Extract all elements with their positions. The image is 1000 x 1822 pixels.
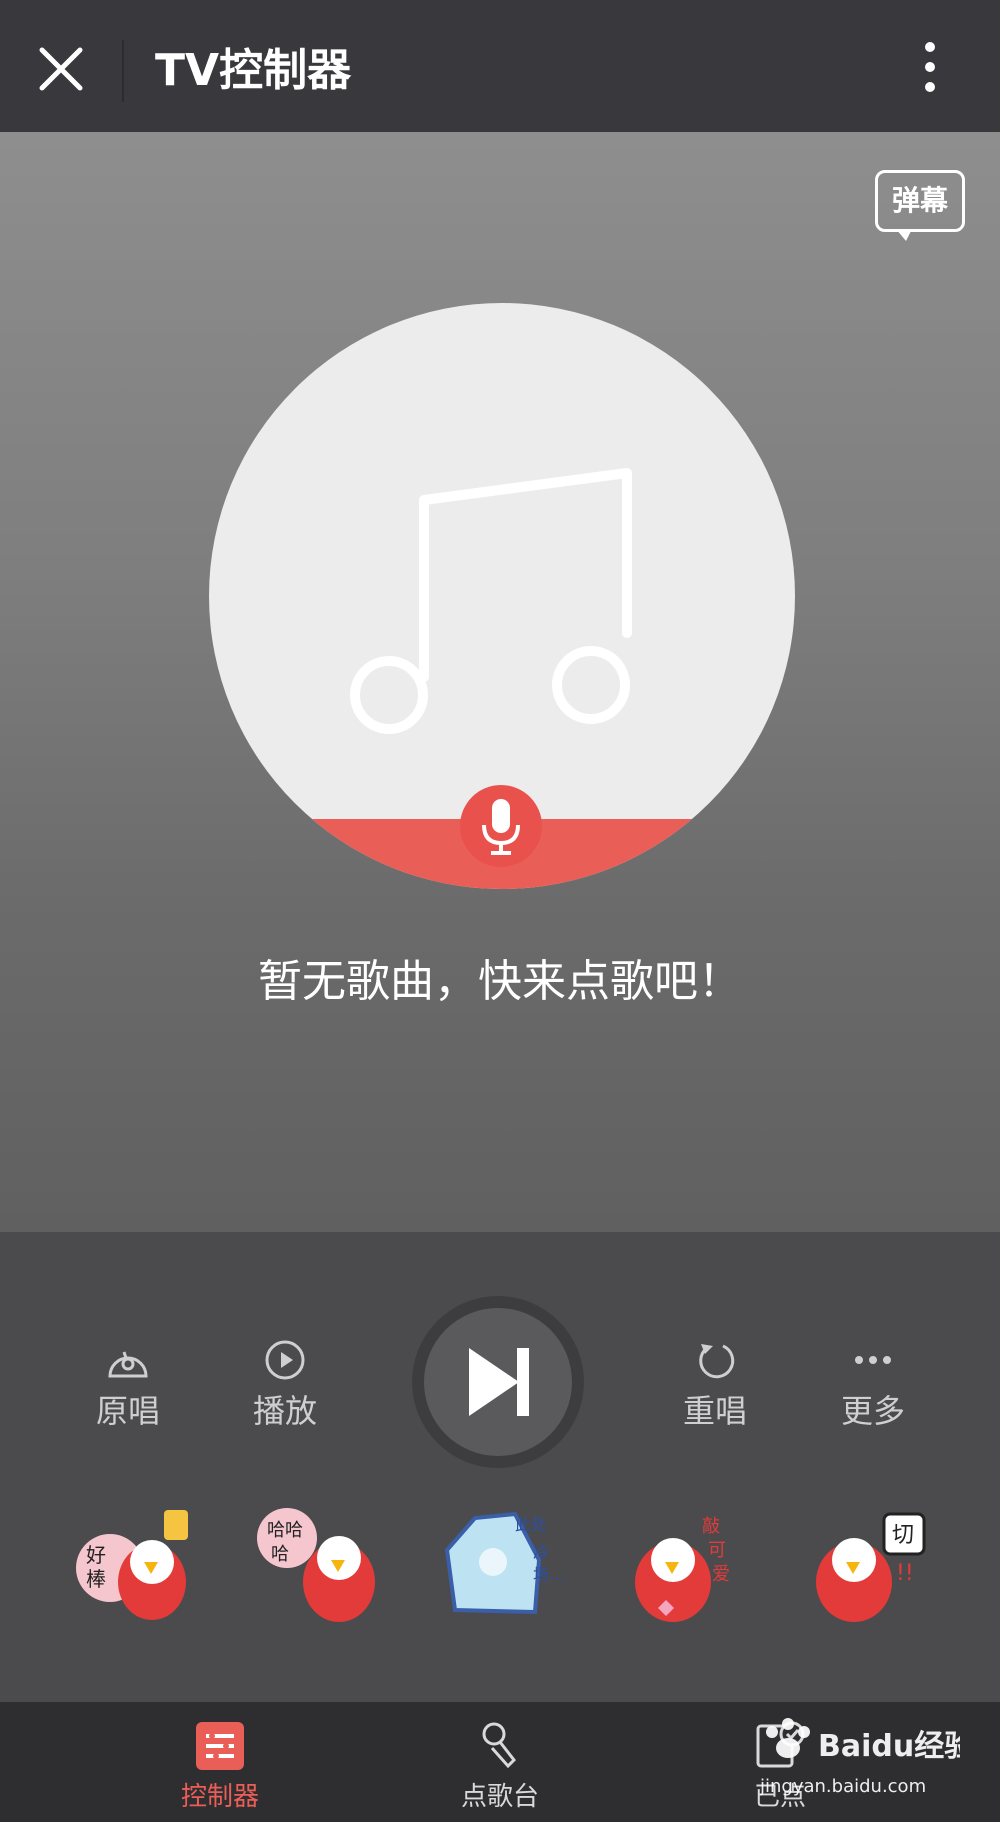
svg-text:此处: 此处 <box>515 1515 547 1534</box>
tab-controller-label: 控制器 <box>180 1782 259 1812</box>
svg-text:场…: 场… <box>533 1565 565 1584</box>
top-bar: TV控制器 <box>0 0 1000 132</box>
controller-list-icon <box>196 1722 244 1770</box>
sticker-cute[interactable]: 敲 可 爱 <box>618 1500 748 1625</box>
skip-next-icon <box>469 1348 529 1416</box>
sticker-awkward[interactable]: 此处 冷 场… <box>435 1500 565 1625</box>
parrot-sticker-icon: 切 !! <box>816 1512 926 1622</box>
more-button[interactable]: 更多 <box>813 1338 933 1432</box>
more-dots-icon <box>855 1356 891 1364</box>
microphone-outline-icon <box>482 1722 516 1769</box>
next-song-button[interactable] <box>412 1296 584 1468</box>
danmu-button[interactable]: 弹幕 <box>875 170 965 241</box>
original-vocal-button[interactable]: 原唱 <box>68 1338 188 1432</box>
svg-text:爱: 爱 <box>712 1564 730 1585</box>
original-vocal-label: 原唱 <box>95 1392 160 1430</box>
close-button[interactable] <box>32 40 90 98</box>
watermark-brand: Baidu经验 <box>818 1729 960 1764</box>
replay-icon <box>699 1344 735 1379</box>
watermark-url: jingyan.baidu.com <box>760 1776 926 1797</box>
baidu-watermark: jingyan.baidu.com Baidu经验 <box>759 1712 974 1802</box>
baidu-paw-logo-icon: jingyan.baidu.com Baidu经验 <box>759 1718 974 1797</box>
play-button[interactable]: 播放 <box>225 1338 345 1432</box>
sticker-great[interactable]: 好 棒 <box>72 1500 202 1625</box>
vertical-dots-icon <box>910 42 950 92</box>
tab-controller[interactable]: 控制器 <box>120 1702 320 1822</box>
parrot-sticker-icon: 好 棒 <box>76 1510 188 1620</box>
replay-button[interactable]: 重唱 <box>655 1338 775 1432</box>
microphone-button[interactable] <box>460 785 542 867</box>
empty-playlist-message: 暂无歌曲，快来点歌吧！ <box>258 956 742 1007</box>
svg-text:敲: 敲 <box>702 1516 720 1537</box>
ice-parrot-sticker-icon: 此处 冷 场… <box>444 1511 565 1615</box>
parrot-sticker-icon: 敲 可 爱 <box>635 1516 730 1622</box>
svg-text:哈哈: 哈哈 <box>267 1520 303 1541</box>
play-label: 播放 <box>252 1392 317 1430</box>
svg-text:!!: !! <box>896 1561 914 1586</box>
more-menu-button[interactable] <box>910 42 950 100</box>
sticker-tsk[interactable]: 切 !! <box>800 1500 930 1625</box>
close-icon <box>39 47 83 91</box>
next-song-button-inner <box>424 1308 572 1456</box>
svg-text:好: 好 <box>86 1543 106 1567</box>
svg-text:哈: 哈 <box>271 1544 289 1565</box>
tab-song-request[interactable]: 点歌台 <box>400 1702 600 1822</box>
svg-text:冷: 冷 <box>533 1543 549 1562</box>
header-divider <box>122 40 124 102</box>
parrot-sticker-icon: 哈哈 哈 <box>257 1508 375 1622</box>
microphone-icon <box>482 799 520 855</box>
page-title: TV控制器 <box>155 45 352 96</box>
vocal-toggle-icon <box>108 1351 148 1378</box>
sticker-haha[interactable]: 哈哈 哈 <box>255 1500 385 1625</box>
svg-text:棒: 棒 <box>86 1567 106 1591</box>
tab-song-request-label: 点歌台 <box>460 1782 539 1812</box>
replay-label: 重唱 <box>682 1392 747 1430</box>
svg-text:可: 可 <box>708 1540 726 1561</box>
more-label: 更多 <box>840 1392 905 1430</box>
play-icon <box>265 1340 305 1380</box>
svg-text:切: 切 <box>892 1523 914 1548</box>
